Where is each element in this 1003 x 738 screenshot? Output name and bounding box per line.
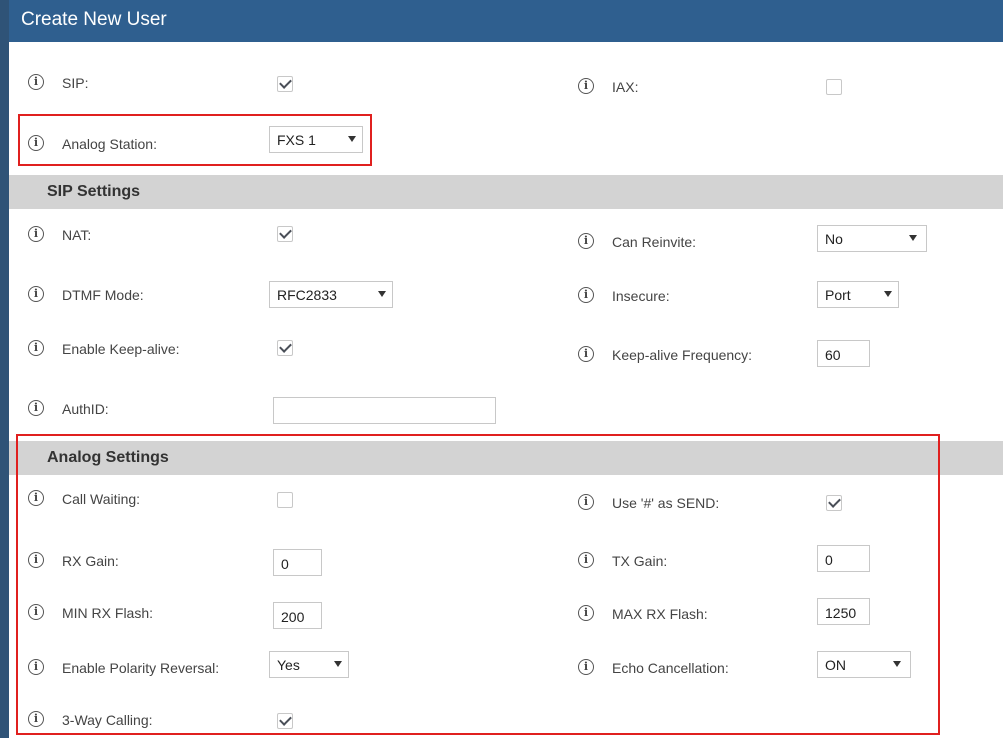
chevron-down-icon — [893, 661, 901, 667]
info-icon[interactable]: i — [28, 552, 44, 568]
rx-gain-input[interactable]: 0 — [273, 549, 322, 576]
sip-settings-header: SIP Settings — [9, 175, 1003, 209]
rx-gain-value: 0 — [281, 556, 289, 572]
info-icon[interactable]: i — [28, 711, 44, 727]
page-header: Create New User — [9, 0, 1003, 42]
keep-alive-frequency-label: Keep-alive Frequency: — [612, 347, 753, 363]
polarity-reversal-label: Enable Polarity Reversal: — [62, 660, 220, 676]
analog-settings-header: Analog Settings — [9, 441, 1003, 475]
three-way-calling-checkbox[interactable] — [277, 713, 293, 729]
insecure-select[interactable]: Port — [817, 281, 899, 308]
three-way-calling-label: 3-Way Calling: — [62, 712, 153, 728]
info-icon[interactable]: i — [28, 226, 44, 242]
min-rx-flash-input[interactable]: 200 — [273, 602, 322, 629]
analog-station-label: Analog Station: — [62, 136, 157, 152]
use-hash-send-checkbox[interactable] — [826, 495, 842, 511]
max-rx-flash-label: MAX RX Flash: — [612, 606, 708, 622]
info-icon[interactable]: i — [578, 552, 594, 568]
info-icon[interactable]: i — [28, 659, 44, 675]
keep-alive-checkbox[interactable] — [277, 340, 293, 356]
keep-alive-frequency-value: 60 — [825, 347, 841, 363]
info-icon[interactable]: i — [28, 74, 44, 90]
echo-cancellation-label: Echo Cancellation: — [612, 660, 729, 676]
keep-alive-label: Enable Keep-alive: — [62, 341, 180, 357]
call-waiting-checkbox[interactable] — [277, 492, 293, 508]
info-icon[interactable]: i — [578, 605, 594, 621]
insecure-value: Port — [825, 287, 851, 303]
info-icon[interactable]: i — [578, 233, 594, 249]
info-icon[interactable]: i — [578, 659, 594, 675]
dtmf-mode-label: DTMF Mode: — [62, 287, 144, 303]
info-icon[interactable]: i — [28, 135, 44, 151]
call-waiting-label: Call Waiting: — [62, 491, 141, 507]
chevron-down-icon — [334, 661, 342, 667]
rx-gain-label: RX Gain: — [62, 553, 119, 569]
info-icon[interactable]: i — [28, 604, 44, 620]
left-border — [0, 0, 9, 738]
chevron-down-icon — [378, 291, 386, 297]
info-icon[interactable]: i — [578, 287, 594, 303]
dtmf-mode-select[interactable]: RFC2833 — [269, 281, 393, 308]
max-rx-flash-value: 1250 — [825, 605, 857, 621]
polarity-reversal-select[interactable]: Yes — [269, 651, 349, 678]
keep-alive-frequency-input[interactable]: 60 — [817, 340, 870, 367]
authid-input[interactable] — [273, 397, 496, 424]
highlight-box-analog-settings — [16, 434, 940, 735]
nat-label: NAT: — [62, 227, 92, 243]
chevron-down-icon — [909, 235, 917, 241]
info-icon[interactable]: i — [578, 494, 594, 510]
info-icon[interactable]: i — [578, 346, 594, 362]
analog-settings-title: Analog Settings — [47, 449, 169, 466]
sip-checkbox[interactable] — [277, 76, 293, 92]
echo-cancellation-value: ON — [825, 657, 846, 673]
tx-gain-value: 0 — [825, 552, 833, 568]
min-rx-flash-label: MIN RX Flash: — [62, 605, 154, 621]
can-reinvite-label: Can Reinvite: — [612, 234, 697, 250]
authid-label: AuthID: — [62, 401, 109, 417]
nat-checkbox[interactable] — [277, 226, 293, 242]
can-reinvite-value: No — [825, 231, 843, 247]
tx-gain-input[interactable]: 0 — [817, 545, 870, 572]
insecure-label: Insecure: — [612, 288, 670, 304]
iax-label: IAX: — [612, 79, 639, 95]
page-title: Create New User — [21, 9, 167, 30]
info-icon[interactable]: i — [28, 490, 44, 506]
polarity-reversal-value: Yes — [277, 657, 300, 673]
use-hash-send-label: Use '#' as SEND: — [612, 495, 720, 511]
echo-cancellation-select[interactable]: ON — [817, 651, 911, 678]
can-reinvite-select[interactable]: No — [817, 225, 927, 252]
chevron-down-icon — [348, 136, 356, 142]
dtmf-mode-value: RFC2833 — [277, 287, 337, 303]
min-rx-flash-value: 200 — [281, 609, 305, 625]
max-rx-flash-input[interactable]: 1250 — [817, 598, 870, 625]
info-icon[interactable]: i — [28, 400, 44, 416]
iax-checkbox[interactable] — [826, 79, 842, 95]
info-icon[interactable]: i — [28, 286, 44, 302]
analog-station-value: FXS 1 — [277, 132, 316, 148]
chevron-down-icon — [884, 291, 892, 297]
sip-settings-title: SIP Settings — [47, 183, 141, 200]
info-icon[interactable]: i — [28, 340, 44, 356]
sip-label: SIP: — [62, 75, 89, 91]
analog-station-select[interactable]: FXS 1 — [269, 126, 363, 153]
tx-gain-label: TX Gain: — [612, 553, 668, 569]
info-icon[interactable]: i — [578, 78, 594, 94]
